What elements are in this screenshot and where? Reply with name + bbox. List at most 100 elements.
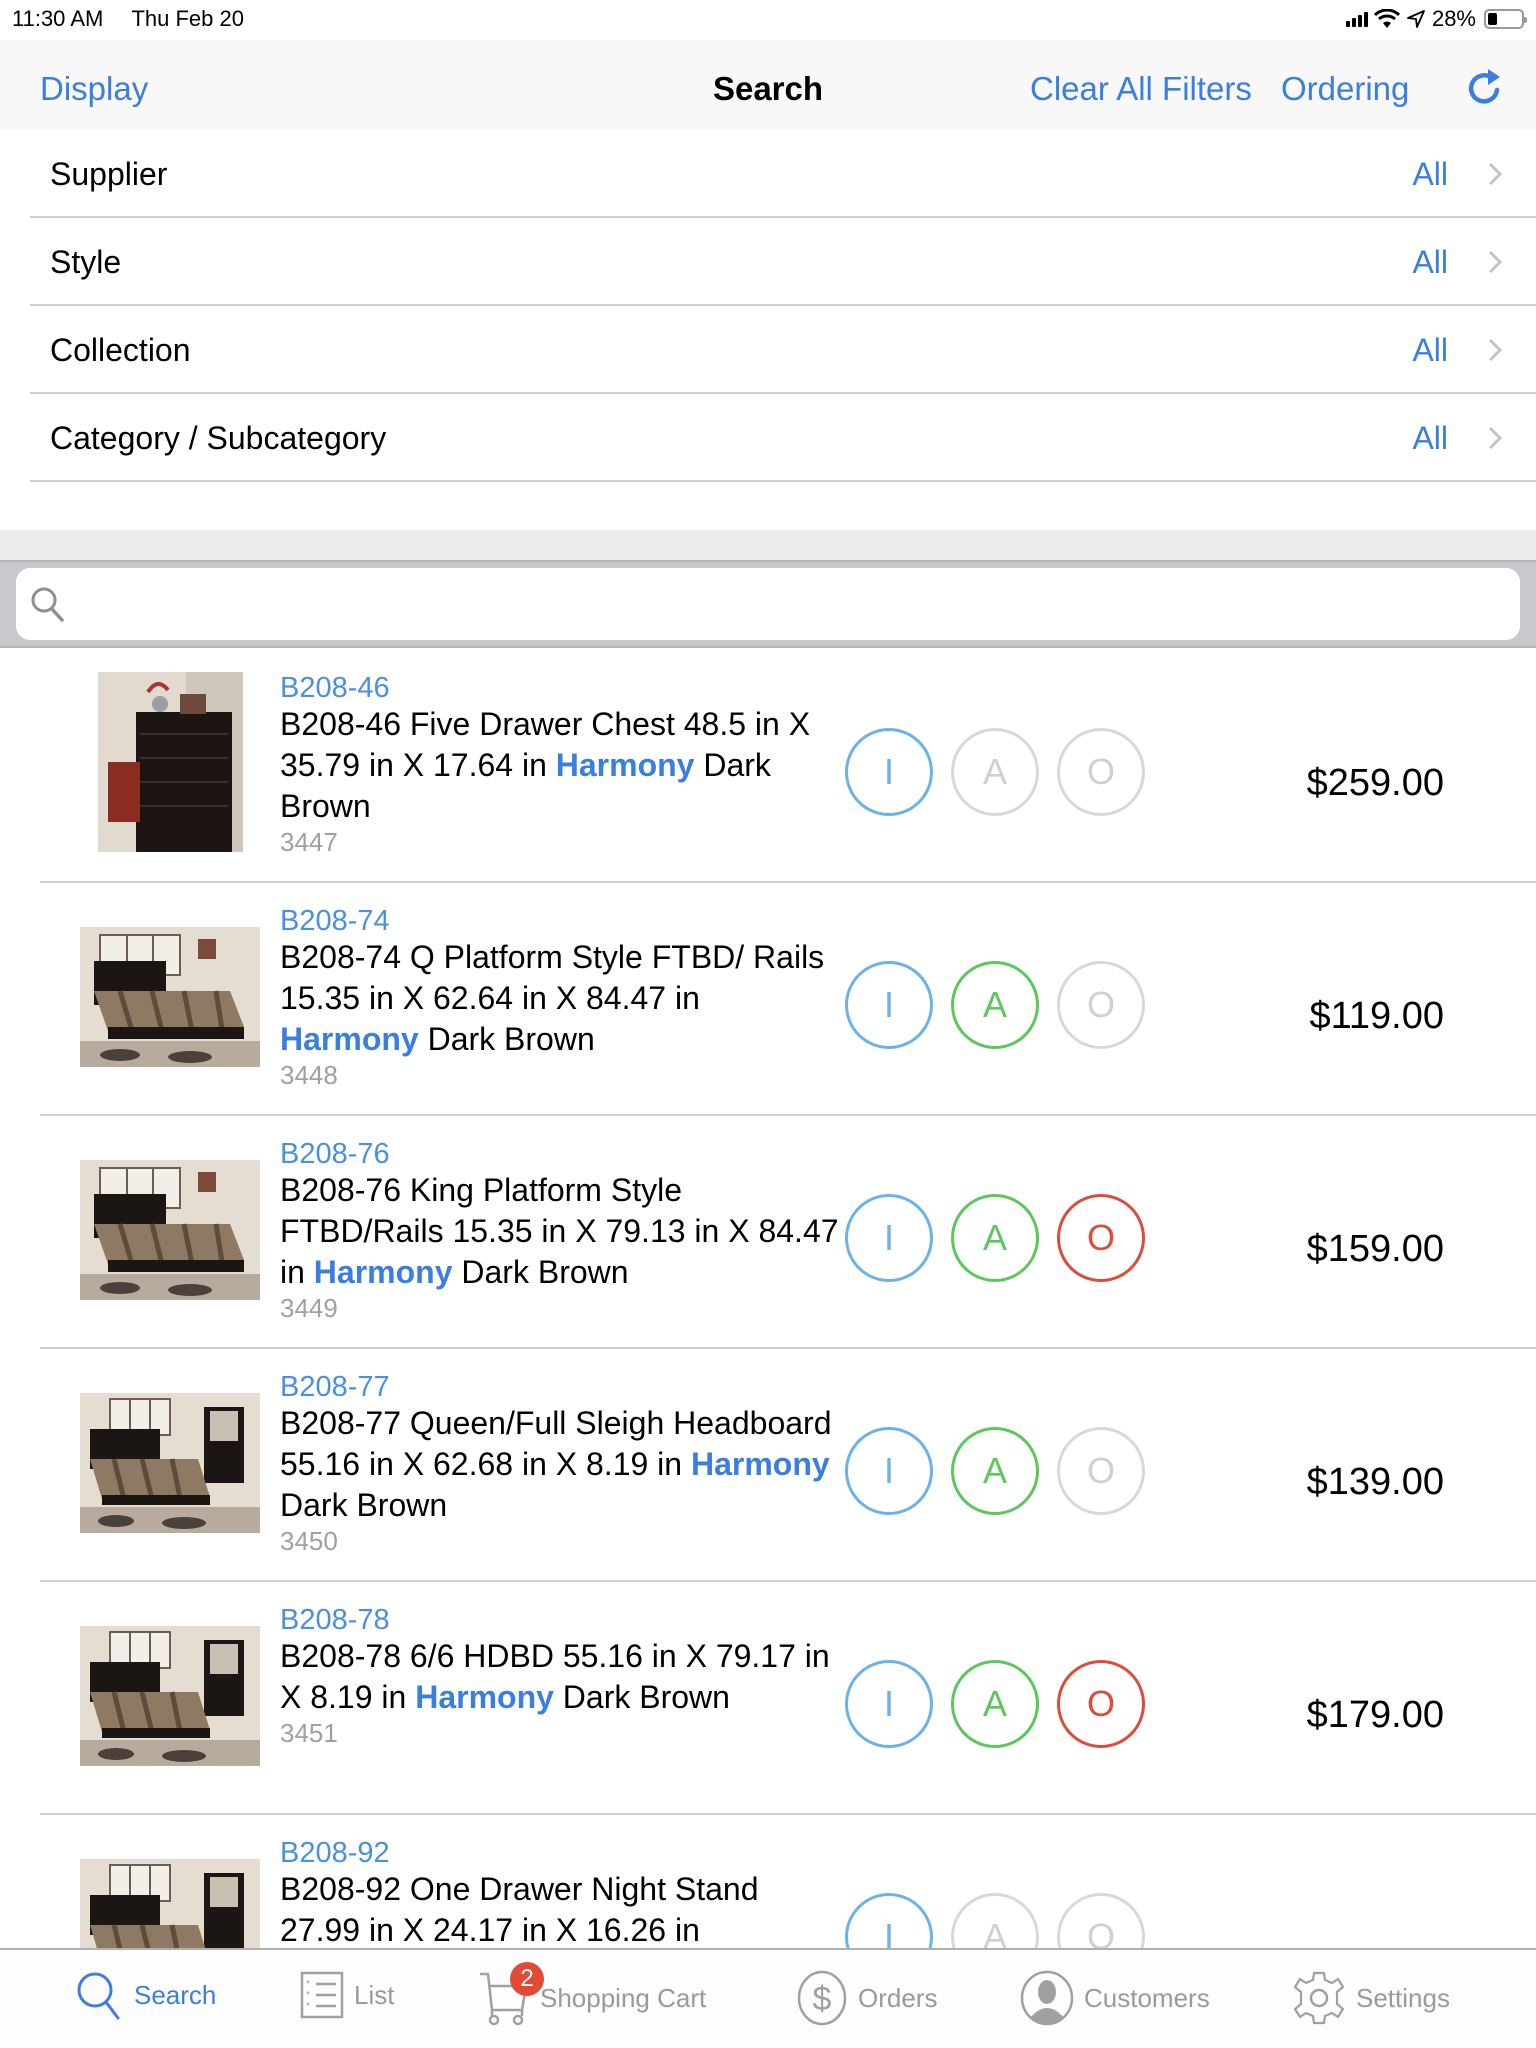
toggle-o-button[interactable]: O (1057, 961, 1145, 1049)
toggle-a-button[interactable]: A (951, 1660, 1039, 1748)
iao-toggle-group: IAO (845, 1194, 1145, 1282)
product-sku: B208-76 (280, 1138, 390, 1170)
product-description: B208-77 Queen/Full Sleigh Headboard 55.1… (280, 1403, 840, 1526)
product-price: $139.00 (1306, 1461, 1444, 1503)
product-price: $119.00 (1309, 995, 1444, 1037)
product-row[interactable]: B208-76 B208-76 King Platform Style FTBD/… (40, 1116, 1536, 1349)
filter-row-supplier[interactable]: Supplier All (30, 130, 1536, 218)
toggle-i-button[interactable]: I (845, 728, 933, 816)
product-price: $159.00 (1306, 1228, 1444, 1270)
description-text: Dark Brown (452, 1254, 629, 1290)
filter-value: All (1412, 332, 1448, 368)
toggle-o-button[interactable]: O (1057, 728, 1145, 816)
filter-row-style[interactable]: Style All (30, 218, 1536, 306)
filter-value: All (1412, 420, 1448, 456)
collection-link[interactable]: Harmony (415, 1679, 554, 1715)
product-info: B208-74 B208-74 Q Platform Style FTBD/ Ra… (280, 905, 840, 1090)
product-info: B208-46 B208-46 Five Drawer Chest 48.5 in… (280, 672, 840, 857)
svg-text:*: * (306, 1990, 310, 2001)
chevron-right-icon (1488, 338, 1503, 362)
toggle-o-button[interactable]: O (1057, 1660, 1145, 1748)
search-bar (0, 560, 1536, 648)
status-bar: 11:30 AM Thu Feb 20 28% (0, 0, 1536, 40)
toggle-i-button[interactable]: I (845, 1660, 933, 1748)
refresh-icon[interactable] (1462, 66, 1506, 110)
toggle-a-button[interactable]: A (951, 1893, 1039, 1948)
collection-link[interactable]: Harmony (280, 1021, 419, 1057)
iao-toggle-group: IAO (845, 1660, 1145, 1748)
product-description: B208-78 6/6 HDBD 55.16 in X 79.17 in X 8… (280, 1636, 840, 1718)
battery-icon (1484, 9, 1527, 29)
tab-label: List (354, 1979, 395, 2010)
clear-all-filters-button[interactable]: Clear All Filters (1030, 70, 1252, 108)
filter-list: Supplier All Style All Collection All Ca… (0, 130, 1536, 530)
product-list[interactable]: B208-46 B208-46 Five Drawer Chest 48.5 in… (0, 650, 1536, 1948)
toggle-a-button[interactable]: A (951, 1427, 1039, 1515)
tab-search[interactable]: Search (74, 1970, 216, 2020)
product-row[interactable]: B208-77 B208-77 Queen/Full Sleigh Headboa… (40, 1349, 1536, 1582)
toggle-i-button[interactable]: I (845, 961, 933, 1049)
search-icon (77, 1972, 120, 2020)
description-text: B208-92 One Drawer Night Stand 27.99 in … (280, 1871, 759, 1948)
product-row[interactable]: B208-46 B208-46 Five Drawer Chest 48.5 in… (40, 650, 1536, 883)
location-arrow-icon (1407, 10, 1425, 28)
cellular-signal-icon (1345, 11, 1368, 27)
search-field-container[interactable] (16, 568, 1520, 640)
chevron-right-icon (1488, 162, 1503, 186)
product-row[interactable]: B208-92 B208-92 One Drawer Night Stand 27… (40, 1815, 1536, 1948)
search-input[interactable] (76, 580, 1500, 628)
toggle-a-button[interactable]: A (951, 961, 1039, 1049)
product-row[interactable]: B208-78 B208-78 6/6 HDBD 55.16 in X 79.17… (40, 1582, 1536, 1815)
filter-value: All (1412, 244, 1448, 280)
description-text: B208-74 Q Platform Style FTBD/ Rails 15.… (280, 939, 825, 1016)
filter-row-category[interactable]: Category / Subcategory All (30, 394, 1536, 482)
filter-label: Supplier (50, 156, 168, 192)
tab-customers[interactable]: Customers (1020, 1970, 1210, 2026)
product-image (98, 672, 243, 852)
product-row[interactable]: B208-74 B208-74 Q Platform Style FTBD/ Ra… (40, 883, 1536, 1116)
filter-value: All (1412, 156, 1448, 192)
cart-count-badge: 2 (510, 1962, 544, 1996)
toggle-o-button[interactable]: O (1057, 1427, 1145, 1515)
product-description: B208-74 Q Platform Style FTBD/ Rails 15.… (280, 937, 840, 1060)
chevron-right-icon (1488, 426, 1503, 450)
product-info: B208-78 B208-78 6/6 HDBD 55.16 in X 79.17… (280, 1604, 840, 1748)
status-date: Thu Feb 20 (131, 6, 244, 31)
product-price: $179.00 (1306, 1694, 1444, 1736)
toggle-a-button[interactable]: A (951, 728, 1039, 816)
product-description: B208-46 Five Drawer Chest 48.5 in X 35.7… (280, 704, 840, 827)
product-info: B208-92 B208-92 One Drawer Night Stand 27… (280, 1837, 840, 1948)
tab-list[interactable]: * * * List (300, 1970, 394, 2020)
tab-label: Settings (1356, 1982, 1450, 2013)
toggle-i-button[interactable]: I (845, 1194, 933, 1282)
display-button[interactable]: Display (40, 70, 148, 108)
product-image (80, 1859, 260, 1948)
filter-row-collection[interactable]: Collection All (30, 306, 1536, 394)
toggle-a-button[interactable]: A (951, 1194, 1039, 1282)
collection-link[interactable]: Harmony (314, 1254, 453, 1290)
product-sku: B208-46 (280, 672, 390, 704)
tab-orders[interactable]: $ Orders (796, 1970, 937, 2026)
dollar-icon: $ (797, 1970, 847, 2026)
toggle-i-button[interactable]: I (845, 1427, 933, 1515)
tab-settings[interactable]: Settings (1292, 1970, 1450, 2026)
ordering-button[interactable]: Ordering (1281, 70, 1409, 108)
iao-toggle-group: IAO (845, 728, 1145, 816)
product-number: 3450 (280, 1526, 338, 1556)
product-info: B208-76 B208-76 King Platform Style FTBD/… (280, 1138, 840, 1323)
product-info: B208-77 B208-77 Queen/Full Sleigh Headboa… (280, 1371, 840, 1556)
section-divider (0, 530, 1536, 560)
product-number: 3451 (280, 1718, 338, 1748)
collection-link[interactable]: Harmony (691, 1446, 830, 1482)
tab-label: Customers (1084, 1982, 1210, 2013)
product-thumbnail (80, 927, 260, 1067)
chevron-right-icon (1488, 250, 1503, 274)
gear-icon (1293, 1971, 1345, 2025)
toggle-o-button[interactable]: O (1057, 1194, 1145, 1282)
product-sku: B208-78 (280, 1604, 390, 1636)
tab-shopping-cart[interactable]: 2 Shopping Cart (478, 1962, 706, 2026)
product-thumbnail (80, 1160, 260, 1300)
collection-link[interactable]: Harmony (556, 747, 695, 783)
toggle-i-button[interactable]: I (845, 1893, 933, 1948)
toggle-o-button[interactable]: O (1057, 1893, 1145, 1948)
